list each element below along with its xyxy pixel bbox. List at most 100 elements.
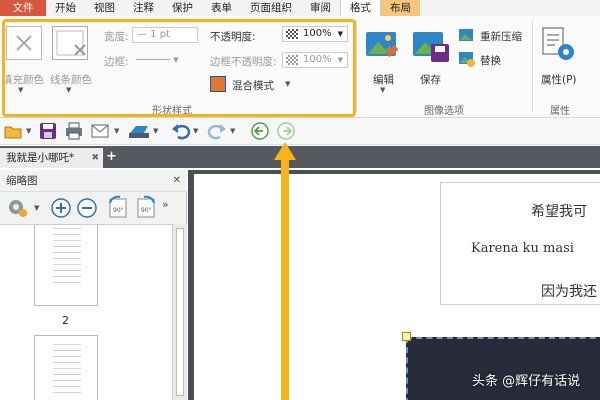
- thumbnail-list: 2: [0, 224, 172, 400]
- thumbnail-panel: 缩略图 ✕ ▼ 90° 90° » 2: [0, 170, 187, 400]
- menu-tab-view[interactable]: 视图: [85, 0, 124, 16]
- menu-bar: 文件 开始 视图 注释 保护 表单 页面组织 审阅 格式 布局: [0, 0, 600, 16]
- blend-mode-button[interactable]: 混合模式: [232, 78, 274, 93]
- thumbnail-panel-header: 缩略图 ✕: [0, 170, 187, 192]
- border-label: 边框:: [104, 56, 129, 68]
- zoom-in-icon[interactable]: [50, 197, 72, 219]
- previous-view-icon[interactable]: [250, 121, 272, 141]
- open-dropdown-icon[interactable]: ▼: [26, 127, 31, 135]
- gear-icon[interactable]: [6, 196, 28, 218]
- gear-dropdown-icon[interactable]: ▼: [34, 204, 39, 212]
- checker-icon: [286, 55, 298, 65]
- blend-mode-dropdown-icon[interactable]: ▼: [285, 80, 290, 88]
- rotate-right-icon[interactable]: 90°: [134, 195, 160, 219]
- doc-line-3: 因为我还: [541, 284, 597, 300]
- line-color-label: 线条颜色: [50, 74, 92, 86]
- menu-tab-layout[interactable]: 布局: [381, 0, 420, 16]
- image-options-group-label: 图像选项: [424, 106, 464, 117]
- save-label: 保存: [420, 74, 441, 86]
- resize-handle[interactable]: [402, 332, 411, 341]
- replace-button[interactable]: 替换: [480, 53, 501, 68]
- svg-text:90°: 90°: [113, 207, 124, 214]
- close-tab-icon[interactable]: ✖: [91, 148, 99, 168]
- selected-image[interactable]: [406, 337, 600, 400]
- watermark: 头条 @辉仔有话说: [472, 374, 581, 389]
- line-color-icon: [56, 30, 86, 56]
- menu-tab-file[interactable]: 文件: [0, 0, 46, 16]
- svg-text:90°: 90°: [141, 207, 152, 214]
- text-block[interactable]: 希望我可 Karena ku masi 因为我还: [440, 182, 600, 305]
- close-panel-icon[interactable]: ✕: [173, 170, 181, 192]
- zoom-out-icon[interactable]: [76, 197, 98, 219]
- modified-marker: *: [69, 152, 75, 164]
- redo-dropdown-icon[interactable]: ▼: [230, 127, 235, 135]
- width-label: 宽度:: [104, 31, 129, 43]
- next-view-icon[interactable]: [276, 121, 298, 141]
- recompress-button[interactable]: 重新压缩: [480, 29, 522, 44]
- thumbnail-toolbar: ▼ 90° 90° »: [0, 192, 187, 224]
- more-options-icon[interactable]: »: [162, 198, 169, 211]
- edit-dropdown-icon[interactable]: ▼: [380, 86, 385, 94]
- cross-icon: [16, 35, 32, 51]
- line-color-button[interactable]: [52, 26, 88, 60]
- properties-icon: [542, 27, 574, 60]
- ribbon: 填充颜色 ▼ 线条颜色 ▼ 宽度: — 1 pt 边框: ▼ 不透明度: 100…: [0, 16, 600, 118]
- email-dropdown-icon[interactable]: ▼: [114, 127, 119, 135]
- document-tab-title: 我就是小哪吒: [6, 152, 69, 164]
- width-field[interactable]: — 1 pt: [132, 27, 198, 43]
- thumbnail-scrollbar[interactable]: [172, 224, 187, 400]
- opacity-value: 100%: [303, 28, 332, 39]
- rotate-left-icon[interactable]: 90°: [106, 195, 132, 219]
- separator: [532, 20, 533, 112]
- scrollbar-thumb[interactable]: [176, 228, 184, 396]
- print-icon[interactable]: [64, 121, 86, 141]
- fill-color-label: 填充颜色: [2, 74, 44, 86]
- line-color-dropdown-icon[interactable]: ▼: [66, 86, 71, 94]
- properties-label: 属性(P): [541, 74, 577, 86]
- fill-color-button[interactable]: [6, 26, 42, 60]
- doc-line-2: Karena ku masi: [471, 241, 574, 256]
- menu-tab-format[interactable]: 格式: [340, 0, 381, 16]
- edit-image-button[interactable]: [364, 28, 402, 68]
- menu-tab-review[interactable]: 审阅: [301, 0, 340, 16]
- menu-tab-comment[interactable]: 注释: [124, 0, 163, 16]
- save-image-button[interactable]: [411, 28, 453, 68]
- replace-icon: [458, 50, 476, 68]
- scanner-icon[interactable]: [126, 121, 152, 141]
- properties-button[interactable]: [540, 26, 576, 64]
- separator: [356, 20, 357, 112]
- thumbnail-panel-title: 缩略图: [6, 175, 38, 187]
- document-page: 希望我可 Karena ku masi 因为我还: [194, 174, 600, 400]
- menu-tab-organize[interactable]: 页面组织: [241, 0, 301, 16]
- document-tab-bar: 我就是小哪吒* ✖ +: [0, 146, 600, 168]
- save-icon[interactable]: [38, 121, 60, 141]
- properties-group-label: 属性: [550, 106, 570, 117]
- opacity-field[interactable]: 100% ▼: [282, 26, 348, 42]
- new-tab-icon[interactable]: +: [106, 148, 117, 166]
- open-folder-icon[interactable]: [3, 121, 25, 141]
- fill-color-dropdown-icon[interactable]: ▼: [18, 86, 23, 94]
- undo-dropdown-icon[interactable]: ▼: [193, 127, 198, 135]
- save-image-icon: [413, 32, 449, 62]
- menu-tab-form[interactable]: 表单: [202, 0, 241, 16]
- opacity-label: 不透明度:: [210, 31, 256, 43]
- thumbnail-page-number: 2: [62, 314, 69, 327]
- checker-icon: [286, 29, 298, 39]
- page-thumbnail[interactable]: [34, 335, 98, 400]
- menu-tab-protect[interactable]: 保护: [163, 0, 202, 16]
- scanner-dropdown-icon[interactable]: ▼: [153, 127, 158, 135]
- undo-icon[interactable]: [170, 121, 192, 141]
- page-thumbnail[interactable]: [34, 225, 98, 306]
- border-style-field[interactable]: ▼: [132, 53, 198, 69]
- edit-image-icon: [366, 32, 399, 58]
- menu-tab-home[interactable]: 开始: [46, 0, 85, 16]
- doc-line-1: 希望我可: [531, 204, 587, 220]
- blend-mode-icon: [210, 76, 226, 92]
- redo-icon[interactable]: [206, 121, 228, 141]
- edit-label: 编辑: [373, 74, 394, 86]
- border-opacity-field[interactable]: 100% ▼: [282, 52, 348, 68]
- shape-style-group-label: 形状样式: [152, 106, 192, 117]
- quick-access-toolbar: ▼ ▼ ▼ ▼ ▼: [0, 118, 600, 145]
- document-tab[interactable]: 我就是小哪吒* ✖: [0, 148, 103, 168]
- email-icon[interactable]: [90, 121, 112, 141]
